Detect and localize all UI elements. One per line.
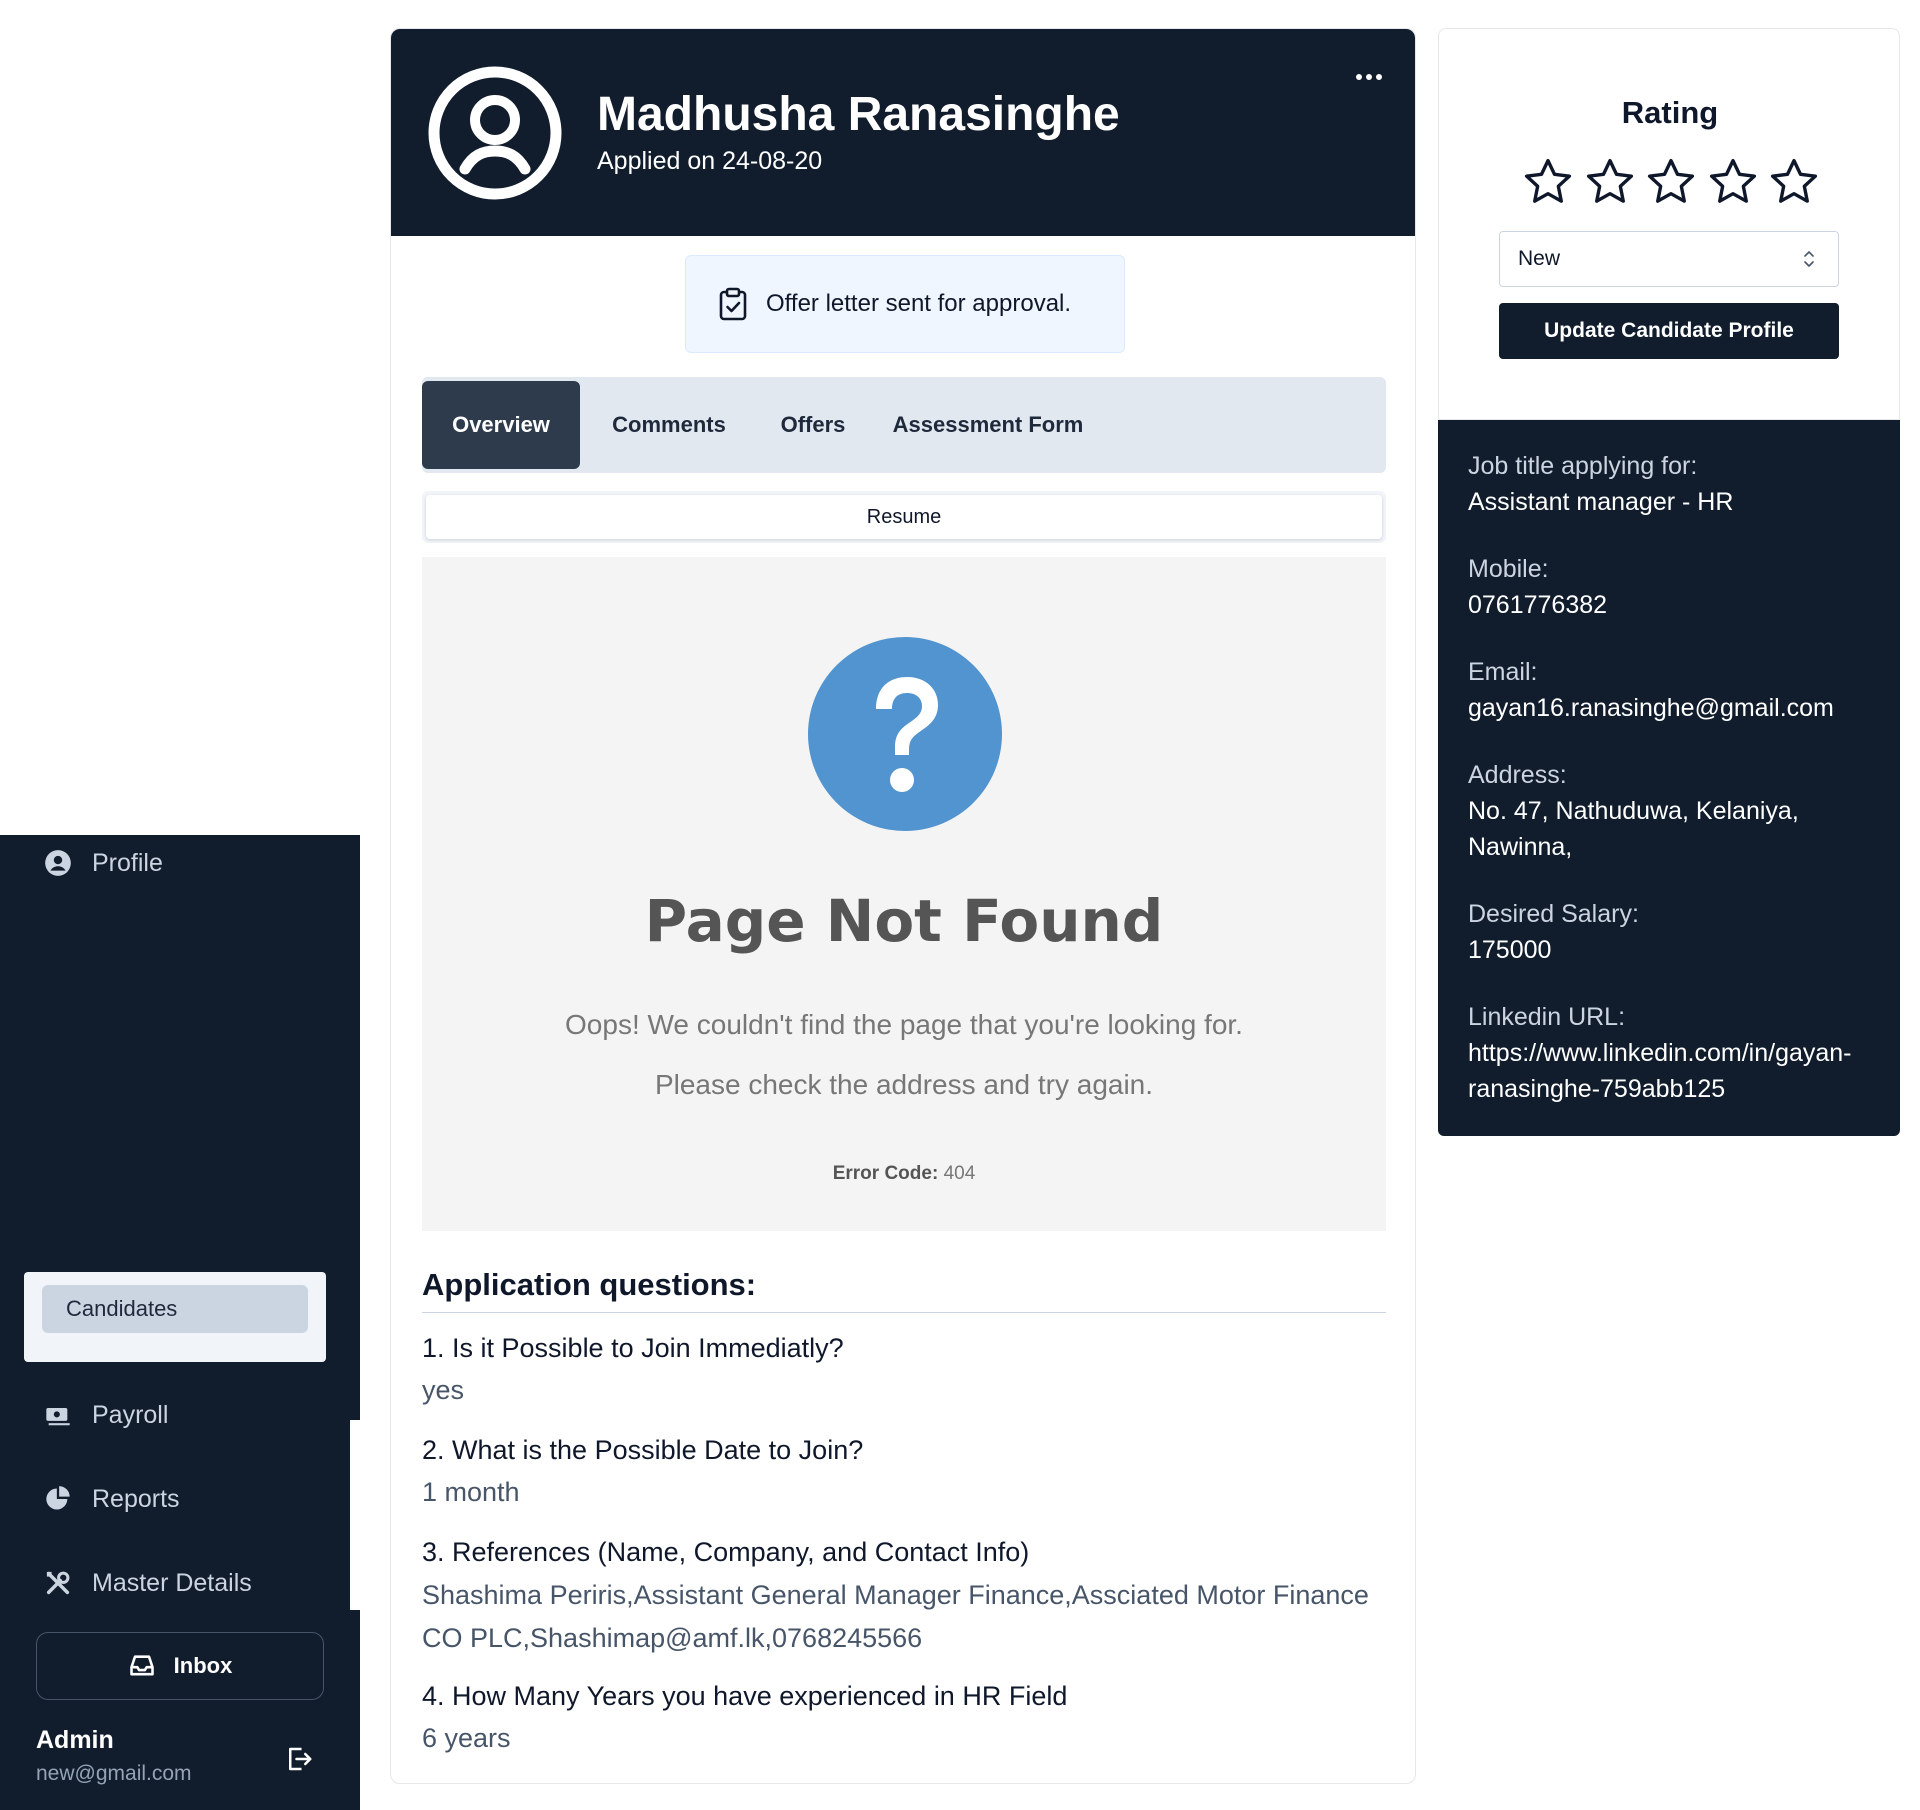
candidate-header: Madhusha Ranasinghe Applied on 24-08-20 <box>391 29 1415 236</box>
linkedin-label: Linkedin URL: <box>1468 1003 1626 1031</box>
question: 2. What is the Possible Date to Join? <box>422 1435 864 1465</box>
salary-label: Desired Salary: <box>1468 900 1639 928</box>
job-title-label: Job title applying for: <box>1468 452 1698 480</box>
notice-text: Offer letter sent for approval. <box>766 290 1072 317</box>
status-select-value: New <box>1518 247 1561 270</box>
sidebar-item-label: Reports <box>92 1484 180 1513</box>
application-questions-title: Application questions: <box>422 1267 757 1302</box>
status-notice: Offer letter sent for approval. <box>685 255 1125 353</box>
logout-icon[interactable] <box>284 1744 314 1774</box>
candidate-card: Madhusha Ranasinghe Applied on 24-08-20 … <box>390 28 1416 1784</box>
rating-card: Rating New Update Candidate Profile <box>1438 28 1900 420</box>
avatar <box>427 65 563 201</box>
payroll-icon <box>44 1401 72 1429</box>
error-hint: Please check the address and try again. <box>654 1069 1154 1100</box>
sidebar-item-label: Master Details <box>92 1568 252 1597</box>
user-email: new@gmail.com <box>36 1762 192 1785</box>
sidebar-item-profile[interactable]: Profile <box>0 833 340 893</box>
divider <box>422 1312 1386 1313</box>
email-value: gayan16.ranasinghe@gmail.com <box>1468 694 1834 722</box>
question: 1. Is it Possible to Join Immediatly? <box>422 1333 844 1363</box>
user-circle-icon <box>44 849 72 877</box>
master-details-icon <box>44 1569 72 1597</box>
salary-value: 175000 <box>1468 936 1552 964</box>
sidebar-item-label: Payroll <box>92 1400 169 1429</box>
sidebar-item-label: Candidates <box>66 1296 178 1321</box>
sidebar-item-reports[interactable]: Reports <box>0 1469 340 1529</box>
question: 4. How Many Years you have experienced i… <box>422 1681 1068 1711</box>
error-code-label: Error Code: <box>832 1163 939 1184</box>
mobile-label: Mobile: <box>1468 555 1549 583</box>
error-message: Oops! We couldn't find the page that you… <box>565 1009 1243 1040</box>
sidebar-item-label: Profile <box>92 848 163 877</box>
tab-resume[interactable]: Resume <box>426 495 1382 539</box>
job-title-value: Assistant manager - HR <box>1468 488 1734 516</box>
candidate-name: Madhusha Ranasinghe <box>597 88 1120 141</box>
star-outline-icon[interactable] <box>1706 155 1760 209</box>
applied-date: Applied on 24-08-20 <box>597 147 823 175</box>
clipboard-check-icon <box>718 287 748 321</box>
status-select[interactable]: New <box>1499 231 1839 287</box>
sidebar-divider <box>350 1420 360 1610</box>
update-candidate-profile-button[interactable]: Update Candidate Profile <box>1499 303 1839 359</box>
linkedin-link[interactable]: https://www.linkedin.com/in/gayan-ranasi… <box>1468 1035 1888 1107</box>
sidebar-item-candidates[interactable]: Candidates <box>42 1285 308 1333</box>
user-name: Admin <box>36 1726 114 1754</box>
address-value: No. 47, Nathuduwa, Kelaniya, Nawinna, <box>1468 797 1799 861</box>
resume-viewer: Page Not Found Oops! We couldn't find th… <box>422 557 1386 1231</box>
sidebar-item-master-details[interactable]: Master Details <box>0 1553 340 1613</box>
tab-bar: Overview Comments Offers Assessment Form <box>422 377 1386 473</box>
candidate-details: Job title applying for: Assistant manage… <box>1438 420 1900 1136</box>
mobile-value: 0761776382 <box>1468 591 1608 619</box>
error-code-value: 404 <box>943 1163 976 1184</box>
star-outline-icon[interactable] <box>1767 155 1821 209</box>
error-code: Error Code: 404 <box>422 1163 1386 1185</box>
inbox-button[interactable]: Inbox <box>36 1632 324 1700</box>
reports-icon <box>44 1485 72 1513</box>
answer: Shashima Periris,Assistant General Manag… <box>422 1580 1369 1653</box>
star-outline-icon[interactable] <box>1521 155 1575 209</box>
answer: 6 years <box>422 1723 511 1753</box>
answer: yes <box>422 1375 465 1405</box>
chevron-updown-icon <box>1802 248 1816 270</box>
inbox-icon <box>128 1652 156 1680</box>
question: 3. References (Name, Company, and Contac… <box>422 1537 1030 1567</box>
sidebar-item-candidates-group: Candidates <box>24 1272 326 1362</box>
star-rating <box>1521 155 1821 211</box>
answer: 1 month <box>422 1477 520 1507</box>
sidebar-item-payroll[interactable]: Payroll <box>0 1385 340 1445</box>
rating-title: Rating <box>1621 95 1719 130</box>
more-horizontal-icon[interactable] <box>1353 67 1385 87</box>
star-outline-icon[interactable] <box>1644 155 1698 209</box>
tab-overview[interactable]: Overview <box>422 381 580 469</box>
tab-offers[interactable]: Offers <box>758 381 868 469</box>
star-outline-icon[interactable] <box>1583 155 1637 209</box>
tab-assessment-form[interactable]: Assessment Form <box>868 381 1108 469</box>
inbox-label: Inbox <box>173 1653 233 1678</box>
email-label: Email: <box>1468 658 1538 686</box>
resume-subtabs: Resume <box>422 491 1386 543</box>
question-circle-icon <box>808 637 1002 831</box>
error-title: Page Not Found <box>644 887 1164 955</box>
address-label: Address: <box>1468 761 1567 789</box>
tab-comments[interactable]: Comments <box>580 381 758 469</box>
